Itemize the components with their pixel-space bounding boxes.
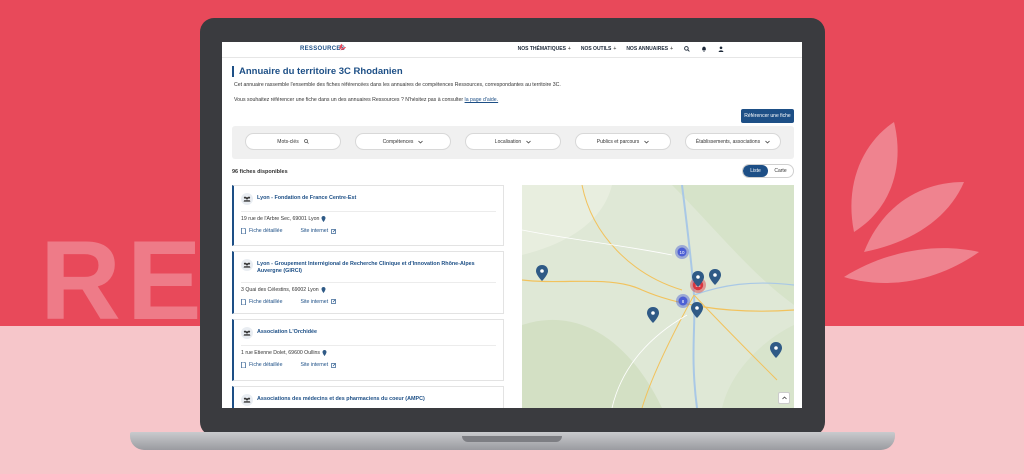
nav-item-outils[interactable]: NOS OUTILS +: [581, 46, 616, 52]
etablissements-dropdown[interactable]: Établissements, associations: [685, 133, 781, 150]
chevron-down-icon: [765, 140, 770, 144]
help-page-link[interactable]: la page d'aide.: [465, 97, 499, 103]
document-icon: [241, 298, 246, 305]
people-icon: [241, 327, 253, 339]
people-icon: [241, 193, 253, 205]
keywords-placeholder: Mots-clés: [277, 138, 299, 145]
help-text: Vous souhaitez référencer une fiche dans…: [234, 97, 499, 103]
view-toggle: Liste Carte: [742, 164, 794, 178]
document-icon: [241, 228, 246, 234]
card-address: 3 Quai des Célestins, 69002 Lyon: [234, 283, 503, 293]
scroll-up-button[interactable]: [778, 392, 790, 404]
laptop-base-notch: [462, 436, 562, 442]
bell-icon[interactable]: [700, 45, 707, 52]
publics-parcours-label: Publics et parcours: [596, 138, 640, 145]
competences-dropdown[interactable]: Compétences: [355, 133, 451, 150]
nav-item-annuaires[interactable]: NOS ANNUAIRES +: [626, 46, 673, 52]
search-icon: [303, 139, 309, 144]
cluster-count: 10: [679, 250, 685, 255]
external-link-icon: [331, 299, 336, 304]
chevron-down-icon: [418, 140, 424, 144]
external-link-icon: [331, 228, 336, 234]
location-pin-icon: [322, 350, 327, 356]
map-canvas: 10 56 8: [522, 185, 794, 408]
result-card: Associations des médecins et des pharmac…: [232, 386, 504, 408]
people-icon: [241, 394, 253, 406]
results-count: 96 fiches disponibles: [232, 169, 288, 175]
card-title[interactable]: Lyon - Fondation de France Centre-Est: [257, 195, 356, 202]
chevron-down-icon: [526, 140, 531, 144]
detail-sheet-link[interactable]: Fiche détaillée: [241, 298, 282, 305]
website-link[interactable]: Site internet: [300, 362, 336, 368]
laptop-screen: RESSOURCES NOS THÉMATIQUES + NOS OUTILS + …: [222, 42, 802, 408]
top-navigation: RESSOURCES NOS THÉMATIQUES + NOS OUTILS + …: [222, 42, 802, 58]
nav-item-thematiques[interactable]: NOS THÉMATIQUES +: [518, 46, 571, 52]
map-marker-cluster-blue-small[interactable]: 10: [675, 245, 689, 259]
filter-bar: Mots-clés Compétences Localisation Publi…: [232, 126, 794, 159]
localisation-label: Localisation: [494, 138, 522, 145]
localisation-dropdown[interactable]: Localisation: [465, 133, 561, 150]
page-title-block: Annuaire du territoire 3C Rhodanien: [232, 66, 403, 77]
website-link[interactable]: Site internet: [300, 299, 336, 305]
competences-label: Compétences: [382, 138, 414, 145]
map-marker-cluster-blue-mid[interactable]: 8: [676, 294, 690, 308]
card-title[interactable]: Association L'Orchidée: [257, 329, 317, 336]
user-icon[interactable]: [717, 45, 724, 52]
chevron-up-icon: [781, 396, 787, 400]
publics-parcours-dropdown[interactable]: Publics et parcours: [575, 133, 671, 150]
card-title[interactable]: Associations des médecins et des pharmac…: [257, 396, 425, 403]
location-pin-icon: [321, 286, 326, 293]
page-title: Annuaire du territoire 3C Rhodanien: [239, 66, 403, 77]
card-title[interactable]: Lyon - Groupement Interrégional de Reche…: [257, 261, 496, 276]
logo-petals-icon: [339, 43, 346, 51]
nav-menu: NOS THÉMATIQUES + NOS OUTILS + NOS ANNUAIR…: [518, 45, 724, 52]
people-icon: [241, 259, 253, 271]
result-card: Lyon - Fondation de France Centre-Est 19…: [232, 185, 504, 246]
ressources-logo-watermark: [844, 122, 979, 283]
external-link-icon: [331, 362, 336, 368]
document-icon: [241, 362, 246, 368]
card-address: 19 rue de l'Arbre Sec, 69001 Lyon: [234, 212, 503, 222]
reference-sheet-button[interactable]: Référencer une fiche: [741, 109, 794, 123]
detail-sheet-link[interactable]: Fiche détaillée: [241, 362, 282, 368]
website-link[interactable]: Site internet: [300, 228, 336, 234]
view-list-button[interactable]: Liste: [743, 165, 768, 177]
page-description: Cet annuaire rassemble l'ensemble des fi…: [234, 82, 561, 88]
chevron-down-icon: [644, 140, 650, 144]
search-icon[interactable]: [683, 45, 690, 52]
detail-sheet-link[interactable]: Fiche détaillée: [241, 228, 282, 234]
card-address: 1 rue Etienne Dolet, 69600 Oullins: [234, 346, 503, 356]
etablissements-label: Établissements, associations: [695, 138, 761, 145]
location-pin-icon: [321, 216, 326, 222]
view-map-button[interactable]: Carte: [768, 165, 793, 177]
result-card: Association L'Orchidée 1 rue Etienne Dol…: [232, 319, 504, 381]
keywords-search-input[interactable]: Mots-clés: [245, 133, 341, 150]
results-map[interactable]: 10 56 8: [522, 185, 794, 408]
result-card: Lyon - Groupement Interrégional de Reche…: [232, 251, 504, 314]
